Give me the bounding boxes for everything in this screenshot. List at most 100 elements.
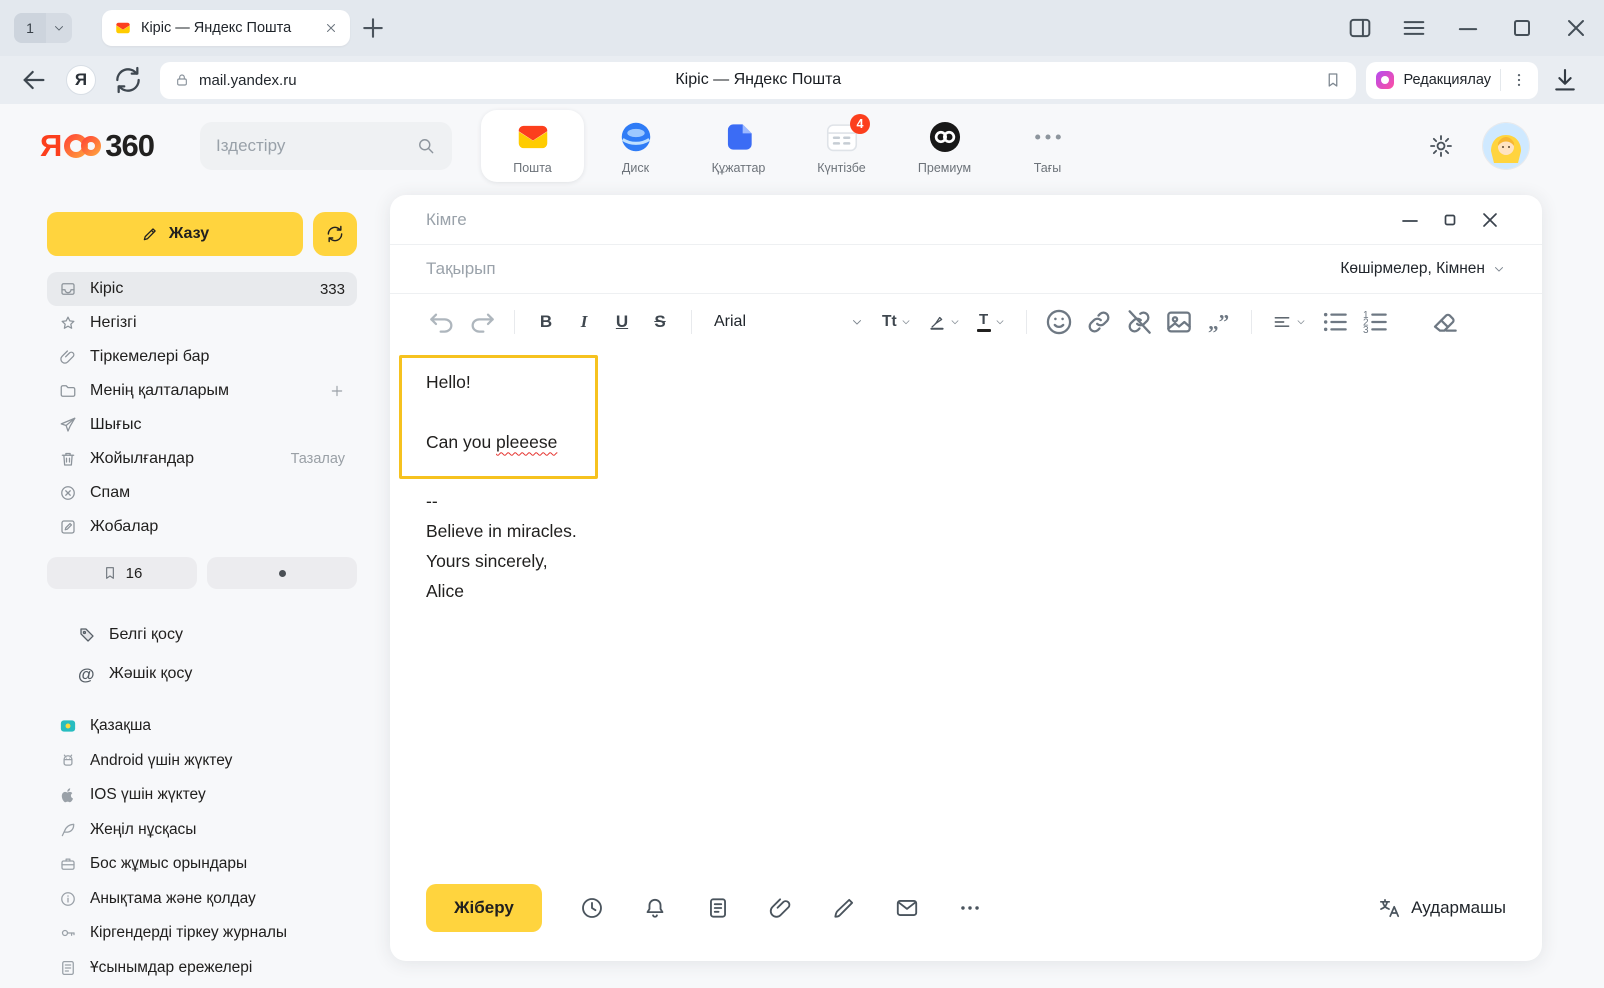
text-color-select[interactable]: T (977, 312, 1006, 332)
link-light-version[interactable]: Жеңіл нұсқасы (47, 813, 357, 848)
compose-minimize-icon[interactable] (1398, 208, 1422, 232)
gear-icon[interactable] (1428, 133, 1454, 159)
highlight-color-select[interactable] (928, 313, 961, 331)
link-android[interactable]: Android үшін жүктеу (47, 744, 357, 779)
font-size-select[interactable]: Tt (882, 313, 912, 331)
to-field[interactable]: Кімге (390, 195, 1542, 245)
sidebar-item-my-folders[interactable]: Менің қалталарым (47, 374, 357, 408)
service-calendar[interactable]: 4 Күнтізбе (790, 110, 893, 182)
link-ios[interactable]: IOS үшін жүктеу (47, 778, 357, 813)
attach-file-icon[interactable] (768, 895, 794, 921)
link-vacancies[interactable]: Бос жұмыс орындары (47, 847, 357, 882)
link-language[interactable]: Қазақша (47, 709, 357, 744)
window-close-icon[interactable] (1562, 14, 1590, 42)
cc-from-toggle[interactable]: Көшірмелер, Кімнен (1340, 260, 1506, 278)
notify-icon[interactable] (642, 895, 668, 921)
browser-tab[interactable]: Кіріс — Яндекс Пошта (102, 10, 350, 46)
link-recommendation-rules[interactable]: Ұсынымдар ережелері (47, 951, 357, 986)
search-input[interactable]: Іздестіру (200, 122, 452, 170)
redo-icon[interactable] (466, 306, 498, 338)
service-mail[interactable]: Пошта (481, 110, 584, 182)
envelope-icon[interactable] (894, 895, 920, 921)
to-placeholder: Кімге (426, 210, 467, 230)
sidebar-item-trash[interactable]: Жойылғандар Тазалау (47, 442, 357, 476)
tab-close-icon[interactable] (324, 21, 338, 35)
unlink-icon[interactable] (1123, 306, 1155, 338)
premium-app-icon (926, 118, 964, 156)
sidebar-item-main[interactable]: Негізгі (47, 306, 357, 340)
yandex-home-button[interactable]: Я (66, 65, 96, 95)
key-icon (59, 924, 77, 942)
align-select[interactable] (1272, 312, 1307, 332)
template-icon[interactable] (705, 895, 731, 921)
subject-field[interactable]: Тақырып Көшірмелер, Кімнен (390, 245, 1542, 294)
font-family-select[interactable]: Arial (714, 313, 864, 331)
svg-text:3: 3 (1363, 325, 1369, 336)
sidebar-item-sent[interactable]: Шығыс (47, 408, 357, 442)
refresh-button[interactable] (313, 212, 357, 256)
search-icon[interactable] (416, 136, 436, 156)
send-button[interactable]: Жіберу (426, 884, 542, 932)
service-disk[interactable]: Диск (584, 110, 687, 182)
emoji-icon[interactable] (1043, 306, 1075, 338)
link-help[interactable]: Анықтама және қолдау (47, 882, 357, 917)
add-folder-icon[interactable] (329, 383, 345, 399)
dot-filter[interactable] (207, 557, 357, 589)
y360-glyph-icon (63, 130, 103, 162)
italic-button[interactable]: I (569, 312, 599, 332)
chevron-down-icon[interactable] (46, 21, 72, 35)
service-premium[interactable]: Премиум (893, 110, 996, 182)
link-icon[interactable] (1083, 306, 1115, 338)
more-options-icon[interactable] (1510, 71, 1528, 89)
service-more[interactable]: Тағы (996, 110, 1099, 182)
undo-icon[interactable] (426, 306, 458, 338)
quote-button[interactable]: „” (1203, 306, 1235, 338)
edit-page-button[interactable]: Редакциялау (1366, 62, 1538, 99)
bookmark-filter[interactable]: 16 (47, 557, 197, 589)
link-login-journal[interactable]: Кіргендерді тіркеу журналы (47, 916, 357, 951)
address-bar[interactable]: mail.yandex.ru Кіріс — Яндекс Пошта (160, 62, 1356, 99)
service-docs[interactable]: Құжаттар (687, 110, 790, 182)
back-icon[interactable] (18, 64, 50, 96)
side-panel-icon[interactable] (1346, 14, 1374, 42)
divider (1026, 310, 1027, 334)
sidebar-item-spam[interactable]: Спам (47, 476, 357, 510)
signature-line: Believe in miracles. (426, 517, 577, 547)
strikethrough-button[interactable]: S (645, 312, 675, 332)
bold-button[interactable]: B (531, 312, 561, 332)
add-tag-button[interactable]: Белгі қосу (47, 615, 357, 654)
clear-format-icon[interactable] (1429, 306, 1461, 338)
divider (1251, 310, 1252, 334)
compose-close-icon[interactable] (1478, 208, 1502, 232)
insert-image-icon[interactable] (1163, 306, 1195, 338)
window-maximize-icon[interactable] (1508, 14, 1536, 42)
window-minimize-icon[interactable] (1454, 14, 1482, 42)
avatar[interactable] (1483, 123, 1529, 169)
compose-button[interactable]: Жазу (47, 212, 303, 256)
downloads-icon[interactable] (1550, 65, 1580, 95)
reload-icon[interactable] (112, 64, 144, 96)
sidebar-item-drafts[interactable]: Жобалар (47, 510, 357, 544)
mail-page: Я 360 Іздестіру Пошта Диск Құжаттар 4 (0, 104, 1604, 988)
more-actions-icon[interactable] (957, 895, 983, 921)
new-tab-button[interactable] (358, 13, 388, 43)
compose-restore-icon[interactable] (1438, 208, 1462, 232)
numbered-list-icon[interactable]: 123 (1359, 306, 1391, 338)
sidebar-actions: Белгі қосу @ Жәшік қосу (47, 615, 357, 693)
bookmark-icon[interactable] (1324, 71, 1342, 89)
browser-menu-icon[interactable] (1400, 14, 1428, 42)
add-mailbox-button[interactable]: @ Жәшік қосу (47, 654, 357, 693)
underline-button[interactable]: U (607, 312, 637, 332)
email-body[interactable]: Hello! Can you pleeese -- Believe in mir… (426, 368, 577, 606)
align-icon (1272, 312, 1292, 332)
feather-icon (59, 821, 77, 839)
bullet-list-icon[interactable] (1319, 306, 1351, 338)
clear-trash-link[interactable]: Тазалау (291, 451, 345, 467)
sidebar-item-inbox[interactable]: Кіріс 333 (47, 272, 357, 306)
signature-icon[interactable] (831, 895, 857, 921)
schedule-send-icon[interactable] (579, 895, 605, 921)
yandex360-logo[interactable]: Я 360 (40, 128, 154, 164)
tab-group-button[interactable]: 1 (14, 13, 72, 43)
sidebar-item-attachments[interactable]: Тіркемелері бар (47, 340, 357, 374)
translator-button[interactable]: Аудармашы (1377, 896, 1506, 920)
